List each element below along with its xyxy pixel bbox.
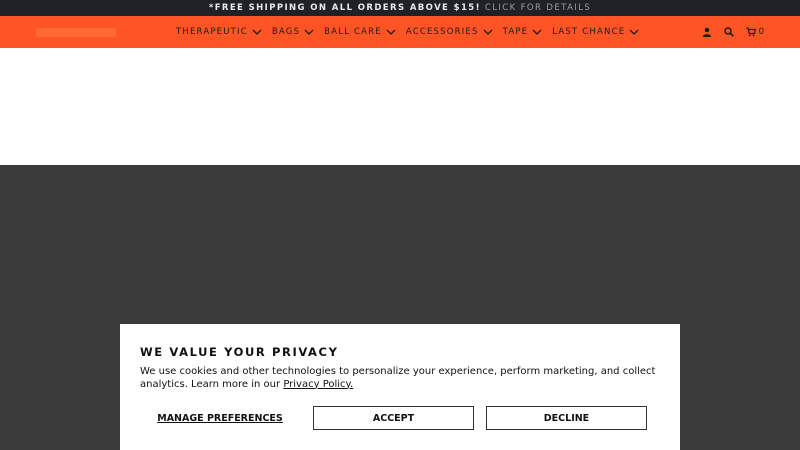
cart-count: 0: [758, 27, 764, 37]
decline-button[interactable]: DECLINE: [486, 406, 647, 430]
nav-item-accessories[interactable]: ACCESSORIES: [406, 27, 493, 37]
search-button[interactable]: [723, 27, 734, 37]
privacy-body-text: We use cookies and other technologies to…: [140, 366, 656, 390]
nav-item-label: BALL CARE: [324, 27, 382, 37]
nav-item-label: BAGS: [271, 27, 301, 37]
search-icon: [723, 27, 734, 37]
cart-button[interactable]: 0: [746, 27, 764, 37]
nav-item-label: ACCESSORIES: [405, 27, 479, 37]
chevron-down-icon: [386, 29, 396, 35]
nav-item-tape[interactable]: TAPE: [503, 27, 543, 37]
nav-item-label: THERAPEUTIC: [176, 27, 248, 37]
chevron-down-icon: [483, 29, 493, 35]
chevron-down-icon: [304, 29, 314, 35]
privacy-title: WE VALUE YOUR PRIVACY: [140, 345, 339, 359]
privacy-policy-link[interactable]: Privacy Policy.: [283, 379, 353, 390]
nav-item-ball-care[interactable]: BALL CARE: [324, 27, 396, 37]
nav-item-label: LAST CHANCE: [552, 27, 626, 37]
privacy-body: We use cookies and other technologies to…: [140, 366, 660, 391]
accept-button[interactable]: ACCEPT: [313, 406, 474, 430]
chevron-down-icon: [629, 29, 639, 35]
manage-preferences-button[interactable]: MANAGE PREFERENCES: [140, 406, 300, 430]
site-header: THERAPEUTIC BAGS BALL CARE ACCESSORIES T…: [0, 16, 800, 48]
announcement-text: *FREE SHIPPING ON ALL ORDERS ABOVE $15!: [208, 3, 481, 13]
privacy-banner: WE VALUE YOUR PRIVACY We use cookies and…: [120, 324, 680, 450]
chevron-down-icon: [252, 29, 262, 35]
hero-area: [0, 48, 800, 165]
nav-item-last-chance[interactable]: LAST CHANCE: [552, 27, 639, 37]
announcement-details-link[interactable]: CLICK FOR DETAILS: [485, 3, 591, 13]
nav-item-bags[interactable]: BAGS: [272, 27, 314, 37]
cart-icon: [746, 27, 756, 37]
main-nav: THERAPEUTIC BAGS BALL CARE ACCESSORIES T…: [176, 16, 649, 48]
announcement-bar[interactable]: *FREE SHIPPING ON ALL ORDERS ABOVE $15! …: [0, 0, 800, 16]
header-utilities: 0: [690, 16, 764, 48]
nav-item-therapeutic[interactable]: THERAPEUTIC: [176, 27, 262, 37]
site-logo[interactable]: [36, 28, 116, 37]
account-icon: [702, 27, 711, 37]
chevron-down-icon: [532, 29, 542, 35]
nav-item-label: TAPE: [502, 27, 529, 37]
account-button[interactable]: [702, 27, 712, 37]
